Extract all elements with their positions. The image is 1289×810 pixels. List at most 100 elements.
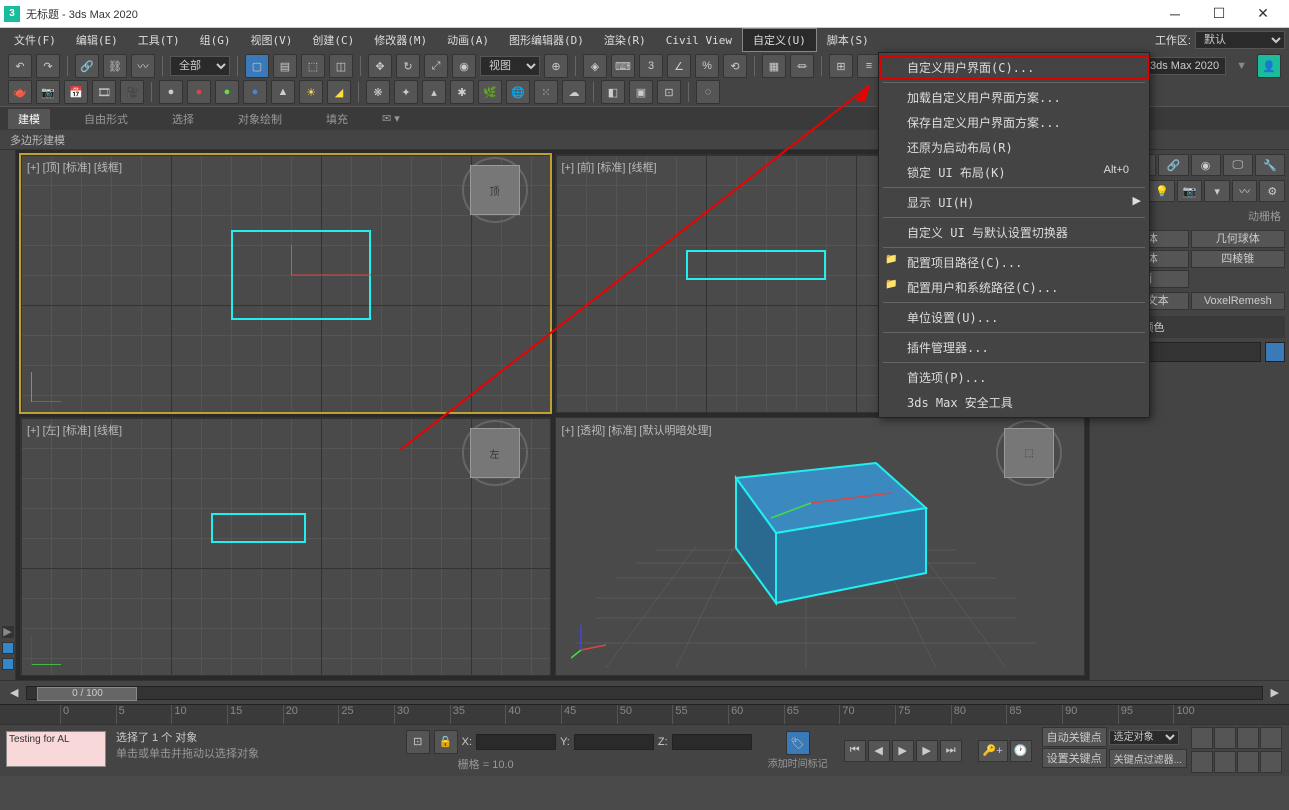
play-button[interactable]: ▶	[892, 740, 914, 762]
left-grid1-icon[interactable]	[2, 642, 14, 654]
viewport-left[interactable]: [+] [左] [标准] [线框] 左	[20, 417, 551, 676]
minimize-button[interactable]: ─	[1153, 0, 1197, 28]
pan-button[interactable]	[1214, 751, 1236, 773]
utilities-tab[interactable]: 🔧	[1255, 154, 1285, 176]
left-grid2-icon[interactable]	[2, 658, 14, 670]
viewport-perspective[interactable]: [+] [透视] [标准] [默认明暗处理] ⬚	[555, 417, 1086, 676]
workspace-selector[interactable]: 默认	[1195, 31, 1285, 49]
select-name-button[interactable]: ▤	[273, 54, 297, 78]
spot-icon[interactable]: ◢	[327, 80, 351, 104]
time-config-button[interactable]: 🕐	[1010, 740, 1032, 762]
obj-btn-geosphere[interactable]: 几何球体	[1191, 230, 1286, 248]
key-mode-button[interactable]: 🔑+	[978, 740, 1008, 762]
time-tick[interactable]: 90	[1062, 705, 1118, 724]
time-tick[interactable]: 55	[672, 705, 728, 724]
orbit-button[interactable]	[1237, 751, 1259, 773]
teapot-icon[interactable]: 🫖	[8, 80, 32, 104]
helpers-subtab[interactable]: ▾	[1204, 180, 1230, 202]
dropdown-item[interactable]: 锁定 UI 布局(K)Alt+0	[879, 160, 1149, 185]
menu-graph-editors[interactable]: 图形编辑器(D)	[499, 29, 594, 51]
render-region-icon[interactable]: ◧	[601, 80, 625, 104]
dropdown-item[interactable]: 配置用户和系统路径(C)...📁	[879, 275, 1149, 300]
named-sel-button[interactable]: ▦	[762, 54, 786, 78]
film-icon[interactable]: 🎞	[92, 80, 116, 104]
time-tick[interactable]: 20	[283, 705, 339, 724]
sphere-green-icon[interactable]: ●	[215, 80, 239, 104]
sphere-gray-icon[interactable]: ●	[159, 80, 183, 104]
time-tick[interactable]: 85	[1006, 705, 1062, 724]
scale-button[interactable]: ⤢	[424, 54, 448, 78]
ribbon-expand-icon[interactable]: ✉ ▾	[382, 112, 400, 125]
percent-snap-button[interactable]: %	[695, 54, 719, 78]
time-tick[interactable]: 75	[895, 705, 951, 724]
next-frame-button[interactable]: ▶	[916, 740, 938, 762]
maximize-viewport-button[interactable]	[1260, 751, 1282, 773]
unlink-button[interactable]: ⛓	[103, 54, 127, 78]
ribbon-tab-object-paint[interactable]: 对象绘制	[228, 109, 292, 129]
camera-icon[interactable]: 📷	[36, 80, 60, 104]
menu-view[interactable]: 视图(V)	[241, 29, 303, 51]
dropdown-item[interactable]: 还原为启动布局(R)	[879, 135, 1149, 160]
viewport-left-label[interactable]: [+] [左] [标准] [线框]	[27, 422, 122, 438]
time-tick[interactable]: 25	[338, 705, 394, 724]
light-icon[interactable]: ☀	[299, 80, 323, 104]
time-tick[interactable]: 10	[171, 705, 227, 724]
time-slider-thumb[interactable]: 0 / 100	[37, 687, 137, 701]
dropdown-item[interactable]: 保存自定义用户界面方案...	[879, 110, 1149, 135]
window-crossing-button[interactable]: ◫	[329, 54, 353, 78]
menu-file[interactable]: 文件(F)	[4, 29, 66, 51]
video-icon[interactable]: 🎥	[120, 80, 144, 104]
time-tick[interactable]: 5	[116, 705, 172, 724]
rotate-button[interactable]: ↻	[396, 54, 420, 78]
sphere-blue-icon[interactable]: ●	[243, 80, 267, 104]
zoom-button[interactable]	[1191, 727, 1213, 749]
viewport-front-label[interactable]: [+] [前] [标准] [线框]	[562, 159, 657, 175]
signin-button[interactable]: 👤	[1257, 54, 1281, 78]
menu-edit[interactable]: 编辑(E)	[66, 29, 128, 51]
undo-button[interactable]: ↶	[8, 54, 32, 78]
particle3-icon[interactable]: ▴	[422, 80, 446, 104]
zoom-all-button[interactable]	[1214, 727, 1236, 749]
select-region-button[interactable]: ⬚	[301, 54, 325, 78]
display-tab[interactable]: 🖵	[1223, 154, 1253, 176]
dropdown-item[interactable]: 3ds Max 安全工具	[879, 390, 1149, 415]
viewport-persp-label[interactable]: [+] [透视] [标准] [默认明暗处理]	[562, 422, 712, 438]
hierarchy-tab[interactable]: 🔗	[1158, 154, 1188, 176]
time-tick[interactable]: 0	[60, 705, 116, 724]
dropdown-item[interactable]: 自定义用户界面(C)...	[879, 55, 1149, 80]
menu-group[interactable]: 组(G)	[190, 29, 241, 51]
dropdown-item[interactable]: 配置项目路径(C)...📁	[879, 250, 1149, 275]
select-object-button[interactable]: ▢	[245, 54, 269, 78]
setkey-button[interactable]: 设置关键点	[1042, 748, 1107, 768]
ribbon-tab-modeling[interactable]: 建模	[8, 109, 50, 129]
zoom-extents-button[interactable]	[1237, 727, 1259, 749]
time-slider[interactable]: ◀ 0 / 100 ▶	[0, 680, 1289, 704]
time-slider-track[interactable]: 0 / 100	[26, 686, 1262, 700]
autokey-button[interactable]: 自动关键点	[1042, 727, 1107, 747]
particle1-icon[interactable]: ❋	[366, 80, 390, 104]
goto-end-button[interactable]: ⏭	[940, 740, 962, 762]
snap-toggle-button[interactable]: 3	[639, 54, 663, 78]
selection-filter[interactable]: 全部	[170, 56, 230, 76]
dropdown-item[interactable]: 首选项(P)...	[879, 365, 1149, 390]
time-tag-button[interactable]: 🏷	[786, 731, 810, 755]
time-tick[interactable]: 65	[784, 705, 840, 724]
time-tick[interactable]: 30	[394, 705, 450, 724]
time-tick[interactable]: 35	[450, 705, 506, 724]
calendar-icon[interactable]: 📅	[64, 80, 88, 104]
left-play-icon[interactable]: ▶	[2, 626, 14, 638]
spinner-snap-button[interactable]: ⟲	[723, 54, 747, 78]
goto-start-button[interactable]: ⏮	[844, 740, 866, 762]
time-tick[interactable]: 50	[617, 705, 673, 724]
key-target-select[interactable]: 选定对象	[1109, 730, 1179, 745]
menu-modifiers[interactable]: 修改器(M)	[364, 29, 437, 51]
viewcube-top[interactable]: 顶	[470, 165, 520, 215]
time-tick[interactable]: 60	[728, 705, 784, 724]
globe-icon[interactable]: 🌐	[506, 80, 530, 104]
dropdown-item[interactable]: 自定义 UI 与默认设置切换器	[879, 220, 1149, 245]
systems-subtab[interactable]: ⚙	[1259, 180, 1285, 202]
obj-btn-voxel[interactable]: VoxelRemesh	[1191, 292, 1286, 310]
ribbon-tab-freeform[interactable]: 自由形式	[74, 109, 138, 129]
lock-toggle[interactable]: 🔒	[434, 730, 458, 754]
time-tick[interactable]: 40	[505, 705, 561, 724]
